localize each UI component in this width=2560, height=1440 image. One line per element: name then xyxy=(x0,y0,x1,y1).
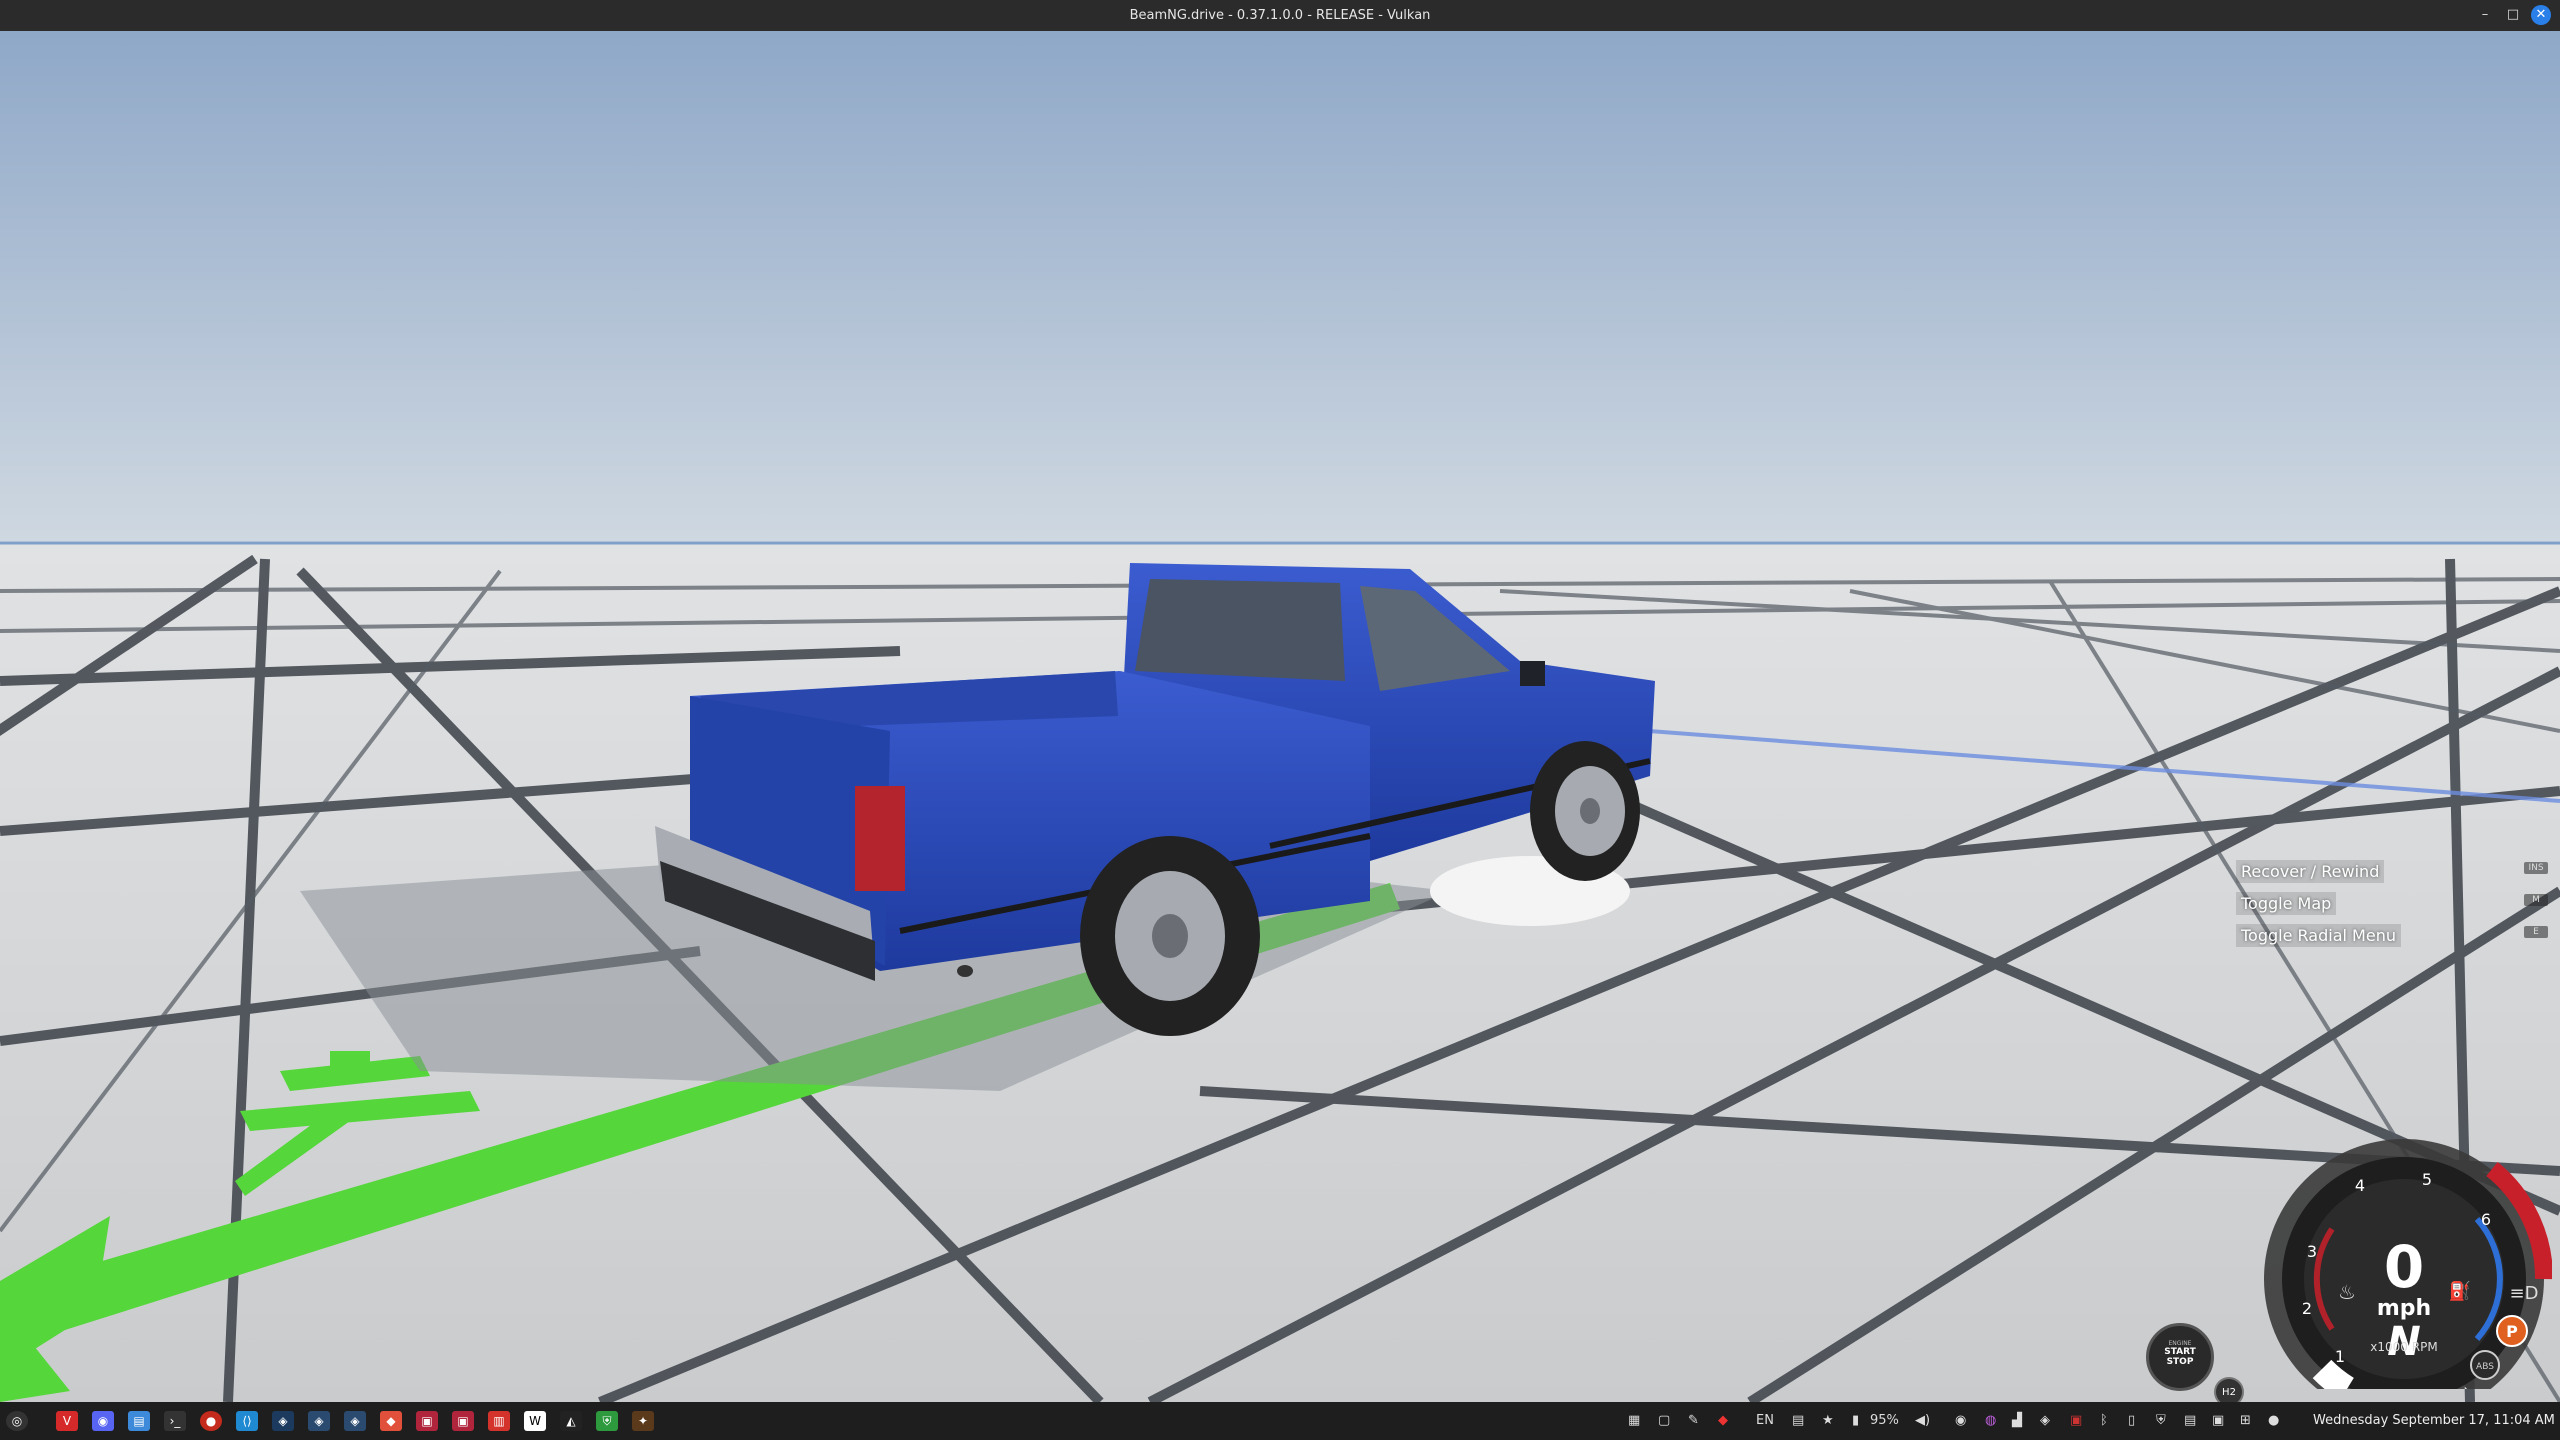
game-viewport[interactable]: Recover / Rewind INS Toggle Map M Toggle… xyxy=(0,31,2560,1402)
shield-tray-icon[interactable]: ⛨ xyxy=(2156,1413,2166,1428)
tray-clipboard-icon[interactable]: ▣ xyxy=(2212,1413,2224,1428)
clock[interactable]: Wednesday September 17, 11:04 AM xyxy=(2313,1413,2555,1428)
engine-label: ENGINE xyxy=(2168,1340,2192,1347)
vscode-icon[interactable]: ⟨⟩ xyxy=(236,1411,258,1431)
rpm-tick: 2 xyxy=(2302,1299,2312,1318)
hint-toggle-map[interactable]: Toggle Map M xyxy=(2236,889,2552,917)
discord-icon[interactable]: ◉ xyxy=(92,1411,114,1431)
minimize-button[interactable]: – xyxy=(2475,5,2495,25)
fuel-icon: ⛽ xyxy=(2449,1280,2471,1302)
rpm-label: x1000 RPM xyxy=(2370,1340,2437,1354)
close-button[interactable]: ✕ xyxy=(2531,5,2551,25)
stop-label: STOP xyxy=(2166,1357,2194,1367)
files-icon[interactable]: ▤ xyxy=(128,1411,150,1431)
vm-tray-icon[interactable]: ▣ xyxy=(2070,1413,2082,1428)
hint-label: Toggle Radial Menu xyxy=(2236,924,2401,947)
calendar-app-icon[interactable]: ▥ xyxy=(488,1411,510,1431)
window-titlebar: BeamNG.drive - 0.37.1.0.0 - RELEASE - Vu… xyxy=(0,0,2560,31)
headlight-icon: ≡D xyxy=(2510,1283,2539,1304)
wiki-icon[interactable]: W xyxy=(524,1411,546,1431)
rpm-tick: 6 xyxy=(2481,1210,2491,1229)
start-label: START xyxy=(2164,1347,2196,1357)
language-indicator[interactable]: EN xyxy=(1756,1413,1774,1428)
vm-icon-2[interactable]: ▣ xyxy=(452,1411,474,1431)
taskbar: ◎ V ◉ ▤ ›_ ● ⟨⟩ ◈ ◈ ◈ ◆ ▣ ▣ ▥ W ◭ ⛨ ✦ ▦ … xyxy=(0,1402,2560,1440)
sky xyxy=(0,31,2560,544)
keybind-hints: Recover / Rewind INS Toggle Map M Toggle… xyxy=(2236,857,2552,953)
clipboard-icon[interactable]: ▢ xyxy=(1658,1413,1670,1428)
tray-app-icon[interactable]: ◍ xyxy=(1985,1413,1996,1428)
terminal-icon[interactable]: ›_ xyxy=(164,1411,186,1431)
hint-key: E xyxy=(2524,926,2548,938)
hint-radial-menu[interactable]: Toggle Radial Menu E xyxy=(2236,921,2552,949)
vm-icon[interactable]: ▣ xyxy=(416,1411,438,1431)
rpm-tick: 3 xyxy=(2307,1242,2317,1261)
beamng-icon[interactable]: ✦ xyxy=(632,1411,654,1431)
discord-tray-icon[interactable]: ◉ xyxy=(1955,1413,1966,1428)
game-scene xyxy=(0,31,2560,1402)
app-launcher-icon[interactable]: ◎ xyxy=(6,1411,28,1431)
parking-label: P xyxy=(2506,1322,2518,1341)
engine-start-stop-button[interactable]: ENGINE START STOP xyxy=(2146,1323,2214,1391)
hint-label: Toggle Map xyxy=(2236,892,2337,915)
rpm-tick: 4 xyxy=(2355,1176,2365,1195)
git-icon[interactable]: ◆ xyxy=(380,1411,402,1431)
hint-key: INS xyxy=(2524,862,2548,874)
tray-chart-icon[interactable]: ▟ xyxy=(2012,1413,2022,1428)
app-icon[interactable]: ◭ xyxy=(560,1411,582,1431)
pen-icon[interactable]: ✎ xyxy=(1688,1413,1699,1428)
screenshot-icon[interactable]: ▦ xyxy=(1628,1413,1640,1428)
steam-icon[interactable]: ◈ xyxy=(272,1411,294,1431)
steam-tray-icon[interactable]: ◈ xyxy=(2040,1413,2050,1428)
battery-percent: 95% xyxy=(1870,1413,1899,1428)
vivaldi-icon[interactable]: V xyxy=(56,1411,78,1431)
speed-unit: mph xyxy=(2377,1296,2431,1321)
hint-recover[interactable]: Recover / Rewind INS xyxy=(2236,857,2552,885)
maximize-button[interactable]: □ xyxy=(2503,5,2523,25)
steam-icon-2[interactable]: ◈ xyxy=(308,1411,330,1431)
left-signal-icon: ⇦ xyxy=(2419,1386,2437,1389)
dashboard-gauge: 1 2 3 4 5 6 0 mph N x1000 RPM ♨ ⛽ P ABS … xyxy=(2264,1139,2552,1389)
steam-icon-3[interactable]: ◈ xyxy=(344,1411,366,1431)
abs-label: ABS xyxy=(2476,1362,2494,1372)
volume-icon[interactable]: ◀) xyxy=(1915,1413,1930,1428)
temp-icon: ♨ xyxy=(2338,1280,2356,1304)
speed-value: 0 xyxy=(2384,1233,2424,1301)
notes-icon[interactable]: ▤ xyxy=(1792,1413,1804,1428)
battery-icon[interactable]: ▮ xyxy=(1852,1413,1859,1428)
rpm-tick: 5 xyxy=(2422,1170,2432,1189)
tray-doc-icon[interactable]: ▤ xyxy=(2184,1413,2196,1428)
red-tray-icon[interactable]: ◆ xyxy=(1718,1413,1728,1428)
hint-label: Recover / Rewind xyxy=(2236,860,2385,883)
shield-app-icon[interactable]: ⛨ xyxy=(596,1411,618,1431)
rpm-fill-arc xyxy=(2312,1359,2355,1389)
h2-badge: H2 xyxy=(2214,1377,2244,1402)
window-title: BeamNG.drive - 0.37.1.0.0 - RELEASE - Vu… xyxy=(1129,8,1431,23)
network-icon[interactable]: ⊞ xyxy=(2240,1413,2251,1428)
tray-book-icon[interactable]: ▯ xyxy=(2128,1413,2135,1428)
right-signal-icon: ⇨ xyxy=(2453,1380,2471,1389)
red-app-icon[interactable]: ● xyxy=(200,1411,222,1431)
star-icon[interactable]: ★ xyxy=(1822,1413,1834,1428)
rpm-tick: 1 xyxy=(2335,1347,2345,1366)
bluetooth-icon[interactable]: ᛒ xyxy=(2100,1413,2108,1428)
user-icon[interactable]: ● xyxy=(2268,1413,2279,1428)
hint-key: M xyxy=(2524,894,2548,906)
